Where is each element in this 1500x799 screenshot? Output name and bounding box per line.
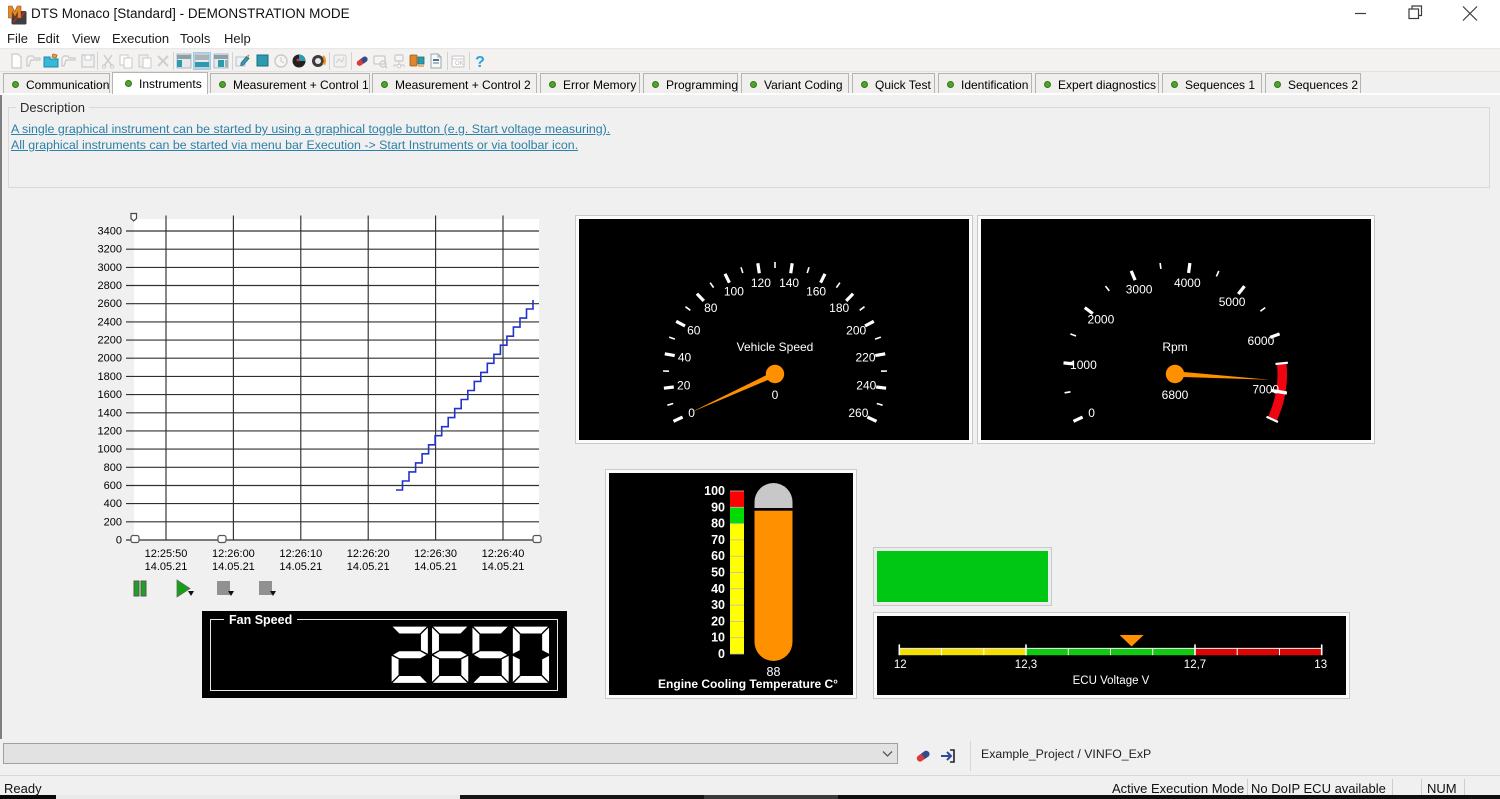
svg-text:0: 0	[1088, 406, 1095, 420]
svg-text:1000: 1000	[1070, 358, 1097, 372]
svg-text:120: 120	[751, 276, 771, 290]
svg-text:6800: 6800	[1162, 388, 1189, 402]
svg-text:3000: 3000	[1126, 282, 1153, 296]
svg-text:2400: 2400	[98, 316, 122, 328]
svg-text:2200: 2200	[98, 335, 122, 347]
svg-text:1000: 1000	[98, 444, 122, 456]
svg-text:12:26:40: 12:26:40	[482, 548, 525, 560]
svg-text:1800: 1800	[98, 371, 122, 383]
svg-text:600: 600	[104, 480, 122, 492]
svg-text:160: 160	[806, 285, 826, 299]
svg-text:10: 10	[711, 631, 725, 645]
svg-text:12:25:50: 12:25:50	[145, 548, 188, 560]
svg-text:12,7: 12,7	[1184, 659, 1206, 671]
svg-text:80: 80	[711, 517, 725, 531]
svg-text:14.05.21: 14.05.21	[279, 561, 322, 573]
svg-text:1600: 1600	[98, 389, 122, 401]
svg-text:200: 200	[846, 324, 866, 338]
svg-text:20: 20	[711, 614, 725, 628]
svg-text:0: 0	[718, 647, 725, 661]
svg-text:2000: 2000	[1088, 313, 1115, 327]
svg-text:20: 20	[677, 379, 691, 393]
svg-text:12:26:30: 12:26:30	[414, 548, 457, 560]
svg-text:140: 140	[779, 276, 799, 290]
svg-text:3000: 3000	[98, 262, 122, 274]
svg-text:200: 200	[104, 516, 122, 528]
svg-text:0: 0	[116, 535, 122, 547]
svg-text:?: ?	[475, 54, 485, 69]
svg-text:12:26:20: 12:26:20	[347, 548, 390, 560]
svg-text:14.05.21: 14.05.21	[347, 561, 390, 573]
svg-text:2800: 2800	[98, 280, 122, 292]
svg-text:Vehicle Speed: Vehicle Speed	[737, 340, 814, 354]
svg-text:80: 80	[704, 301, 718, 315]
svg-text:30: 30	[711, 598, 725, 612]
svg-text:0: 0	[772, 388, 779, 402]
svg-text:1400: 1400	[98, 407, 122, 419]
svg-text:12,3: 12,3	[1015, 659, 1037, 671]
svg-text:5000: 5000	[1219, 295, 1246, 309]
svg-text:60: 60	[711, 549, 725, 563]
svg-text:12: 12	[894, 659, 907, 671]
svg-text:3200: 3200	[98, 244, 122, 256]
svg-text:70: 70	[711, 533, 725, 547]
svg-text:400: 400	[104, 498, 122, 510]
svg-text:2000: 2000	[98, 353, 122, 365]
svg-text:12:26:10: 12:26:10	[279, 548, 322, 560]
svg-text:12:26:00: 12:26:00	[212, 548, 255, 560]
svg-text:40: 40	[678, 350, 692, 364]
svg-text:260: 260	[848, 406, 868, 420]
svg-text:240: 240	[856, 379, 876, 393]
svg-text:7000: 7000	[1252, 382, 1279, 396]
svg-text:Rpm: Rpm	[1162, 340, 1187, 354]
svg-text:40: 40	[711, 582, 725, 596]
svg-text:ECU Voltage V: ECU Voltage V	[1073, 675, 1150, 687]
svg-text:180: 180	[829, 301, 849, 315]
svg-text:800: 800	[104, 462, 122, 474]
svg-text:60: 60	[687, 324, 701, 338]
svg-text:14.05.21: 14.05.21	[414, 561, 457, 573]
svg-text:4000: 4000	[1174, 276, 1201, 290]
svg-text:50: 50	[711, 566, 725, 580]
svg-text:6000: 6000	[1248, 334, 1275, 348]
svg-text:Engine Cooling Temperature C°: Engine Cooling Temperature C°	[658, 677, 838, 691]
svg-text:1200: 1200	[98, 425, 122, 437]
svg-text:14.05.21: 14.05.21	[145, 561, 188, 573]
svg-text:3400: 3400	[98, 226, 122, 238]
svg-text:100: 100	[724, 285, 744, 299]
svg-text:13: 13	[1314, 659, 1327, 671]
svg-text:2600: 2600	[98, 298, 122, 310]
svg-text:0: 0	[688, 406, 695, 420]
svg-text:90: 90	[711, 500, 725, 514]
svg-text:100: 100	[704, 484, 725, 498]
svg-text:220: 220	[855, 350, 875, 364]
svg-text:14.05.21: 14.05.21	[212, 561, 255, 573]
svg-text:OK: OK	[455, 61, 464, 67]
svg-text:14.05.21: 14.05.21	[482, 561, 525, 573]
